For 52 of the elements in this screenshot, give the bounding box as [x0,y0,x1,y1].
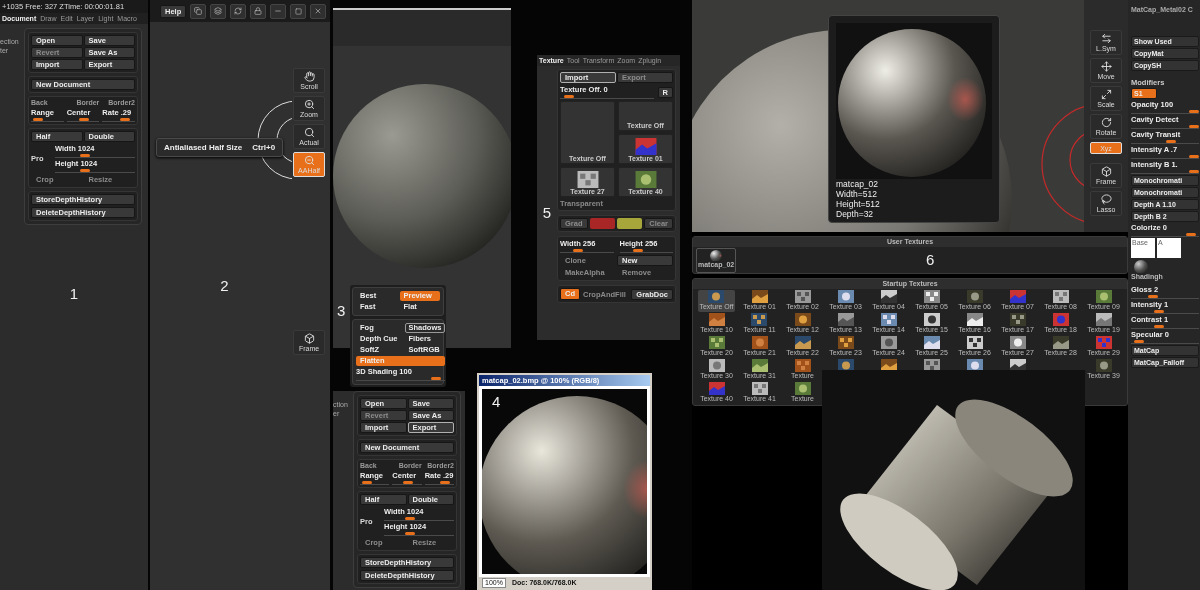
step-number: 2 [220,277,229,294]
slider-thumb[interactable] [79,154,90,157]
step-number: 5 [542,204,552,221]
slider-thumb[interactable] [1189,110,1199,113]
color-swatch[interactable] [589,218,615,229]
slider-thumb[interactable] [1148,295,1159,298]
refresh-icon[interactable] [230,3,247,19]
copy-icon[interactable] [190,3,207,19]
close-icon[interactable] [310,3,327,19]
slider-thumb[interactable] [32,118,43,121]
step-number: 1 [69,285,79,302]
tool-icon [1100,166,1112,177]
tool-icon [1100,89,1112,100]
tool-icon [1100,117,1112,128]
slider-thumb[interactable] [405,517,415,520]
slider-thumb[interactable] [402,481,413,484]
tool-icon [303,127,315,138]
minimize-icon[interactable] [270,3,287,19]
step-number: 3 [337,302,346,319]
tool-icon [303,99,315,110]
slider-thumb[interactable] [1154,325,1165,328]
slider-thumb[interactable] [79,118,90,121]
slider-thumb[interactable] [1154,310,1165,313]
tooltip-text: Antialiased Half Size [164,143,243,152]
tool-icon [303,155,315,166]
step-number: 6 [925,251,935,268]
slider-thumb[interactable] [573,249,584,252]
slider-thumb[interactable] [79,169,90,172]
tool-icon [1100,33,1112,44]
tool-icon [1100,194,1112,205]
slider-thumb[interactable] [564,95,575,98]
slider-thumb[interactable] [361,481,372,484]
slider-thumb[interactable] [120,118,131,121]
slider-thumb[interactable] [1189,155,1199,158]
slider-thumb[interactable] [405,532,415,535]
slider-thumb[interactable] [431,377,442,380]
slider-thumb[interactable] [440,481,451,484]
shortcut-text: Ctrl+0 [252,143,276,152]
lock-icon[interactable] [250,3,267,19]
tool-icon [303,71,315,82]
slider-thumb[interactable] [1186,233,1197,236]
slider-thumb[interactable] [632,249,643,252]
color-swatch[interactable] [616,218,643,229]
slider-thumb[interactable] [1133,340,1144,343]
step-number: 4 [492,393,501,410]
tool-icon [303,333,315,344]
maximize-icon[interactable] [290,3,307,19]
tool-icon [1100,61,1112,72]
slider-thumb[interactable] [1165,140,1176,143]
slider-thumb[interactable] [1189,170,1199,173]
slider-thumb[interactable] [1189,125,1199,128]
layers-icon[interactable] [210,3,227,19]
